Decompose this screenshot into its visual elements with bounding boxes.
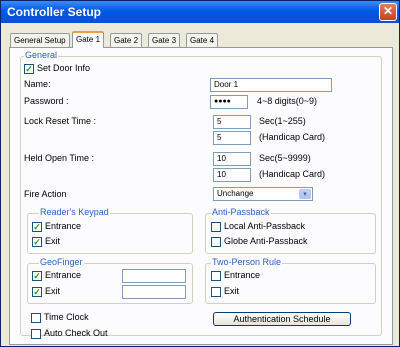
- set-door-info-label: Set Door Info: [37, 63, 91, 73]
- tab-gate-3[interactable]: Gate 3: [148, 33, 181, 47]
- two-person-exit-checkbox[interactable]: [211, 287, 221, 297]
- lock-reset-time-handicap-hint: (Handicap Card): [259, 132, 326, 142]
- keypad-exit-label: Exit: [45, 236, 61, 246]
- geofinger-title: GeoFinger: [39, 257, 84, 267]
- check-icon: ✓: [33, 237, 41, 247]
- window-title: Controller Setup: [7, 5, 102, 19]
- fire-action-label: Fire Action: [24, 189, 67, 199]
- auto-check-out-label: Auto Check Out: [44, 328, 108, 338]
- geofinger-entrance-checkbox[interactable]: ✓: [32, 271, 42, 281]
- time-clock-label: Time Clock: [44, 312, 89, 322]
- two-person-rule-title: Two-Person Rule: [211, 257, 283, 267]
- name-label: Name:: [24, 79, 51, 89]
- check-icon: ✓: [33, 271, 41, 281]
- held-open-time-handicap-hint: (Handicap Card): [259, 169, 326, 179]
- set-door-info-checkbox[interactable]: ✓: [24, 64, 34, 74]
- keypad-entrance-label: Entrance: [45, 221, 82, 231]
- authentication-schedule-button[interactable]: Authentication Schedule: [213, 312, 351, 326]
- two-person-exit-label: Exit: [224, 286, 240, 296]
- geofinger-exit-field[interactable]: [122, 285, 186, 299]
- lock-reset-time-handicap-field[interactable]: 5: [213, 131, 251, 145]
- geofinger-entrance-label: Entrance: [45, 270, 82, 280]
- tab-general-setup[interactable]: General Setup: [10, 33, 70, 47]
- anti-passback-group: [205, 213, 376, 254]
- auto-check-out-checkbox[interactable]: [31, 329, 41, 339]
- two-person-entrance-label: Entrance: [224, 270, 261, 280]
- check-icon: ✓: [33, 222, 41, 232]
- tab-gate-2[interactable]: Gate 2: [110, 33, 143, 47]
- globe-anti-passback-checkbox[interactable]: [211, 237, 221, 247]
- readers-keypad-title: Reader's Keypad: [39, 207, 110, 217]
- held-open-time-hint: Sec(5~9999): [259, 153, 311, 163]
- geofinger-entrance-field[interactable]: [122, 269, 186, 283]
- geofinger-exit-checkbox[interactable]: ✓: [32, 287, 42, 297]
- held-open-time-handicap-field[interactable]: 10: [213, 168, 251, 182]
- check-icon: ✓: [33, 287, 41, 297]
- keypad-entrance-checkbox[interactable]: ✓: [32, 222, 42, 232]
- local-anti-passback-checkbox[interactable]: [211, 222, 221, 232]
- lock-reset-time-hint: Sec(1~255): [259, 116, 306, 126]
- local-anti-passback-label: Local Anti-Passback: [224, 221, 306, 231]
- general-group-title: General: [24, 50, 59, 60]
- password-field[interactable]: ●●●●: [210, 95, 248, 109]
- check-icon: ✓: [25, 64, 33, 74]
- close-icon: ✕: [382, 4, 394, 18]
- gate-1-panel: General ✓ Set Door Info Name: Door 1 Pas…: [9, 47, 393, 345]
- fire-action-select[interactable]: Unchange ▾: [213, 187, 313, 201]
- close-button[interactable]: ✕: [379, 3, 397, 21]
- held-open-time-label: Held Open Time :: [24, 153, 95, 163]
- tab-gate-1[interactable]: Gate 1: [72, 31, 105, 48]
- keypad-exit-checkbox[interactable]: ✓: [32, 237, 42, 247]
- geofinger-exit-label: Exit: [45, 286, 61, 296]
- tab-gate-4[interactable]: Gate 4: [186, 33, 219, 47]
- lock-reset-time-label: Lock Reset Time :: [24, 116, 97, 126]
- anti-passback-title: Anti-Passback: [211, 207, 271, 217]
- two-person-entrance-checkbox[interactable]: [211, 271, 221, 281]
- held-open-time-field[interactable]: 10: [213, 152, 251, 166]
- title-bar[interactable]: Controller Setup ✕: [1, 1, 399, 23]
- password-hint: 4~8 digits(0~9): [257, 96, 318, 106]
- fire-action-value: Unchange: [217, 189, 254, 198]
- name-field[interactable]: Door 1: [210, 78, 332, 92]
- chevron-down-icon[interactable]: ▾: [299, 189, 311, 199]
- lock-reset-time-field[interactable]: 5: [213, 115, 251, 129]
- globe-anti-passback-label: Globe Anti-Passback: [224, 236, 308, 246]
- password-label: Password :: [24, 96, 69, 106]
- readers-keypad-group: [27, 213, 193, 254]
- time-clock-checkbox[interactable]: [31, 313, 41, 323]
- controller-setup-window: Controller Setup ✕ General Setup Gate 1 …: [0, 0, 400, 347]
